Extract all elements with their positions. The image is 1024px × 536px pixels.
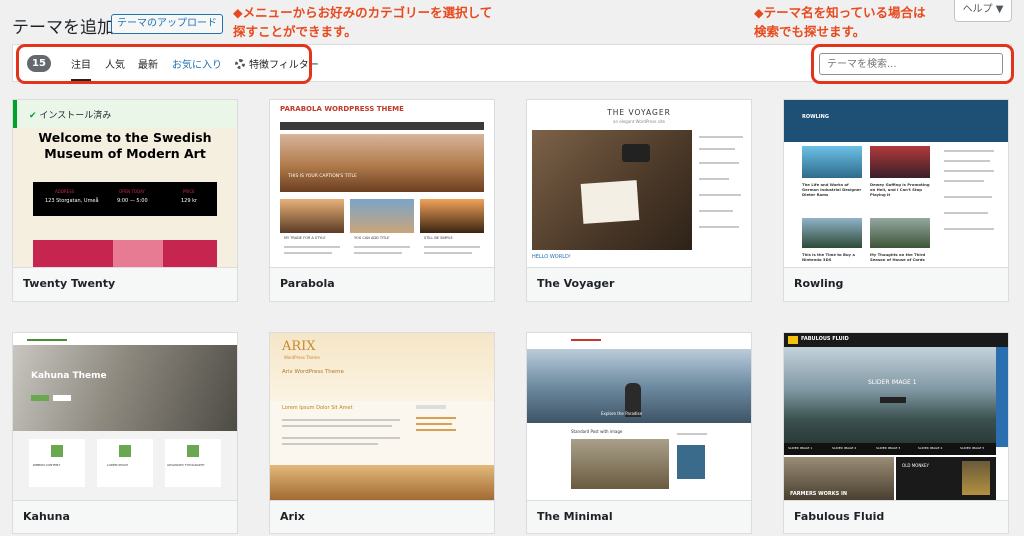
theme-screenshot: ✔ インストール済み Welcome to the Swedish Museum … — [13, 100, 237, 267]
preview-slider-tabs: SLIDER IMAGE 1 SLIDER IMAGE 2 SLIDER IMA… — [784, 443, 996, 455]
preview-side: OLD MONKEY — [896, 457, 996, 500]
check-icon: ✔ — [29, 111, 40, 121]
annotation-search: ◆テーマ名を知っている場合は 検索でも探せます。 — [754, 3, 926, 41]
preview-hero — [532, 130, 692, 250]
theme-card-parabola[interactable]: PARABOLA WORDPRESS THEME THIS IS YOUR CA… — [269, 99, 495, 302]
theme-name: Kahuna — [23, 510, 70, 523]
theme-name-bar: Parabola — [270, 267, 494, 301]
preview-hero: Explore the Paradise — [527, 349, 751, 423]
preview-nav — [280, 122, 484, 130]
annotation-line: ◆テーマ名を知っている場合は — [754, 5, 926, 20]
theme-card-arix[interactable]: ARIX WordPress Theme Arix WordPress Them… — [269, 332, 495, 534]
help-button[interactable]: ヘルプ ▼ — [954, 0, 1012, 22]
preview-hero: THIS IS YOUR CAPTION'S TITLE — [280, 134, 484, 192]
preview-thumb — [350, 199, 414, 233]
preview-thumb — [420, 199, 484, 233]
theme-name-bar: Kahuna — [13, 500, 237, 533]
preview-thumb — [571, 439, 669, 489]
annotation-line: 検索でも探せます。 — [754, 24, 866, 39]
upload-theme-button[interactable]: テーマのアップロード — [111, 14, 223, 34]
theme-card-kahuna[interactable]: Kahuna Theme RIBBON CONTENT LOREM IPSUM … — [12, 332, 238, 534]
theme-screenshot: Explore the Paradise Standard Post with … — [527, 333, 751, 500]
preview-thumb — [802, 146, 862, 178]
preview-features: RIBBON CONTENT LOREM IPSUM ADVANCED TYPO… — [13, 431, 237, 500]
theme-card-the-minimal[interactable]: Explore the Paradise Standard Post with … — [526, 332, 752, 534]
theme-card-fabulous-fluid[interactable]: FABULOUS FLUID SLIDER IMAGE 1 SLIDER IMA… — [783, 332, 1009, 534]
annotation-line: 探すことができます。 — [233, 24, 357, 39]
preview-footer — [270, 465, 494, 500]
preview-social-bar — [996, 347, 1008, 447]
theme-name: The Minimal — [537, 510, 613, 523]
installed-label: ✔ インストール済み — [29, 111, 112, 121]
preview-header: FABULOUS FLUID — [784, 333, 1008, 347]
theme-screenshot: PARABOLA WORDPRESS THEME THIS IS YOUR CA… — [270, 100, 494, 267]
preview-thumb — [802, 218, 862, 248]
highlight-category-menu — [16, 44, 312, 84]
preview-art — [113, 240, 163, 267]
annotation-categories: ◆メニューからお好みのカテゴリーを選択して 探すことができます。 — [233, 3, 492, 41]
theme-name: Twenty Twenty — [23, 277, 116, 290]
theme-name-bar: Rowling — [784, 267, 1008, 301]
theme-name: Arix — [280, 510, 305, 523]
theme-name-bar: The Voyager — [527, 267, 751, 301]
info-bar: ADDRESS 123 Storgatan, Umeå OPEN TODAY 9… — [33, 182, 217, 216]
page-title: テーマを追加 — [12, 18, 114, 38]
theme-screenshot: ROWLING The Life and Works of German Ind… — [784, 100, 1008, 267]
theme-screenshot: ARIX WordPress Theme Arix WordPress Them… — [270, 333, 494, 500]
theme-name: Fabulous Fluid — [794, 510, 885, 523]
theme-name-bar: The Minimal — [527, 500, 751, 533]
preview-thumb — [280, 199, 344, 233]
preview-hero: Kahuna Theme — [13, 345, 237, 431]
theme-card-the-voyager[interactable]: THE VOYAGER an elegant WordPress site HE… — [526, 99, 752, 302]
theme-preview-heading: Welcome to the Swedish Museum of Modern A… — [38, 130, 212, 161]
highlight-search — [811, 44, 1014, 84]
annotation-line: ◆メニューからお好みのカテゴリーを選択して — [233, 5, 493, 20]
theme-name-bar: Arix — [270, 500, 494, 533]
installed-banner: ✔ インストール済み — [13, 100, 237, 128]
theme-name-bar: Fabulous Fluid — [784, 500, 1008, 533]
preview-thumb — [870, 146, 930, 178]
theme-name: Rowling — [794, 277, 844, 290]
preview-header: ROWLING — [784, 100, 1008, 142]
theme-screenshot: THE VOYAGER an elegant WordPress site HE… — [527, 100, 751, 267]
theme-name: Parabola — [280, 277, 335, 290]
theme-name-bar: Twenty Twenty — [13, 267, 237, 301]
preview-thumb — [870, 218, 930, 248]
preview-thumb — [677, 445, 705, 479]
theme-screenshot: Kahuna Theme RIBBON CONTENT LOREM IPSUM … — [13, 333, 237, 500]
theme-screenshot: FABULOUS FLUID SLIDER IMAGE 1 SLIDER IMA… — [784, 333, 1008, 500]
preview-slider: SLIDER IMAGE 1 — [784, 347, 996, 443]
theme-card-rowling[interactable]: ROWLING The Life and Works of German Ind… — [783, 99, 1009, 302]
theme-card-twenty-twenty[interactable]: ✔ インストール済み Welcome to the Swedish Museum … — [12, 99, 238, 302]
theme-name: The Voyager — [537, 277, 615, 290]
preview-thumb: FARMERS WORKS IN — [784, 457, 894, 500]
